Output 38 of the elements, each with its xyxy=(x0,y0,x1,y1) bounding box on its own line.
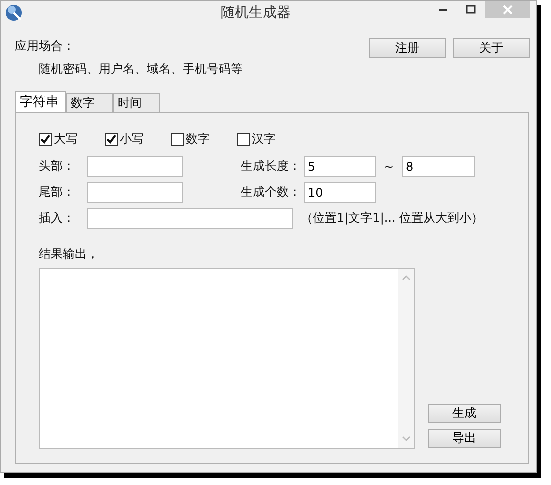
checkbox[interactable] xyxy=(105,133,118,146)
tab[interactable]: 字符串 xyxy=(15,91,66,112)
tab[interactable]: 时间 xyxy=(113,93,160,112)
count-label: 生成个数： xyxy=(241,184,302,201)
checkbox-label: 大写 xyxy=(54,131,78,148)
checkbox[interactable] xyxy=(39,133,52,146)
count-field[interactable]: 10 xyxy=(304,182,376,203)
insert-label: 插入： xyxy=(39,210,76,227)
range-separator: ~ xyxy=(382,160,396,174)
insert-hint: （位置1|文字1|... 位置从大到小） xyxy=(301,210,484,227)
scene-description: 随机密码、用户名、域名、手机号码等 xyxy=(38,61,243,78)
checkbox-label: 小写 xyxy=(120,131,144,148)
min-length-field[interactable]: 5 xyxy=(304,156,376,177)
head-field[interactable] xyxy=(87,156,183,177)
minimize-icon xyxy=(439,8,447,10)
checkbox[interactable] xyxy=(171,133,184,146)
scrollbar[interactable] xyxy=(398,269,414,448)
header-button[interactable]: 关于 xyxy=(453,38,530,58)
length-label: 生成长度： xyxy=(241,158,302,175)
tail-field[interactable] xyxy=(87,182,183,203)
close-icon xyxy=(502,4,512,14)
action-button[interactable]: 导出 xyxy=(428,429,501,448)
action-button[interactable]: 生成 xyxy=(428,404,501,423)
tail-label: 尾部： xyxy=(39,184,76,201)
window-title: 随机生成器 xyxy=(220,4,292,22)
header-button[interactable]: 注册 xyxy=(369,38,446,58)
checkbox-label: 数字 xyxy=(186,131,210,148)
output-label: 结果输出， xyxy=(39,246,100,263)
scroll-down-icon xyxy=(402,436,410,442)
insert-field[interactable] xyxy=(87,208,293,229)
tab[interactable]: 数字 xyxy=(66,93,113,112)
head-label: 头部： xyxy=(39,158,76,175)
max-length-field[interactable]: 8 xyxy=(402,156,475,177)
scroll-up-icon xyxy=(402,275,410,281)
checkbox[interactable] xyxy=(237,133,250,146)
maximize-icon xyxy=(466,4,476,14)
scene-label: 应用场合： xyxy=(15,38,76,55)
checkbox-label: 汉字 xyxy=(252,131,276,148)
